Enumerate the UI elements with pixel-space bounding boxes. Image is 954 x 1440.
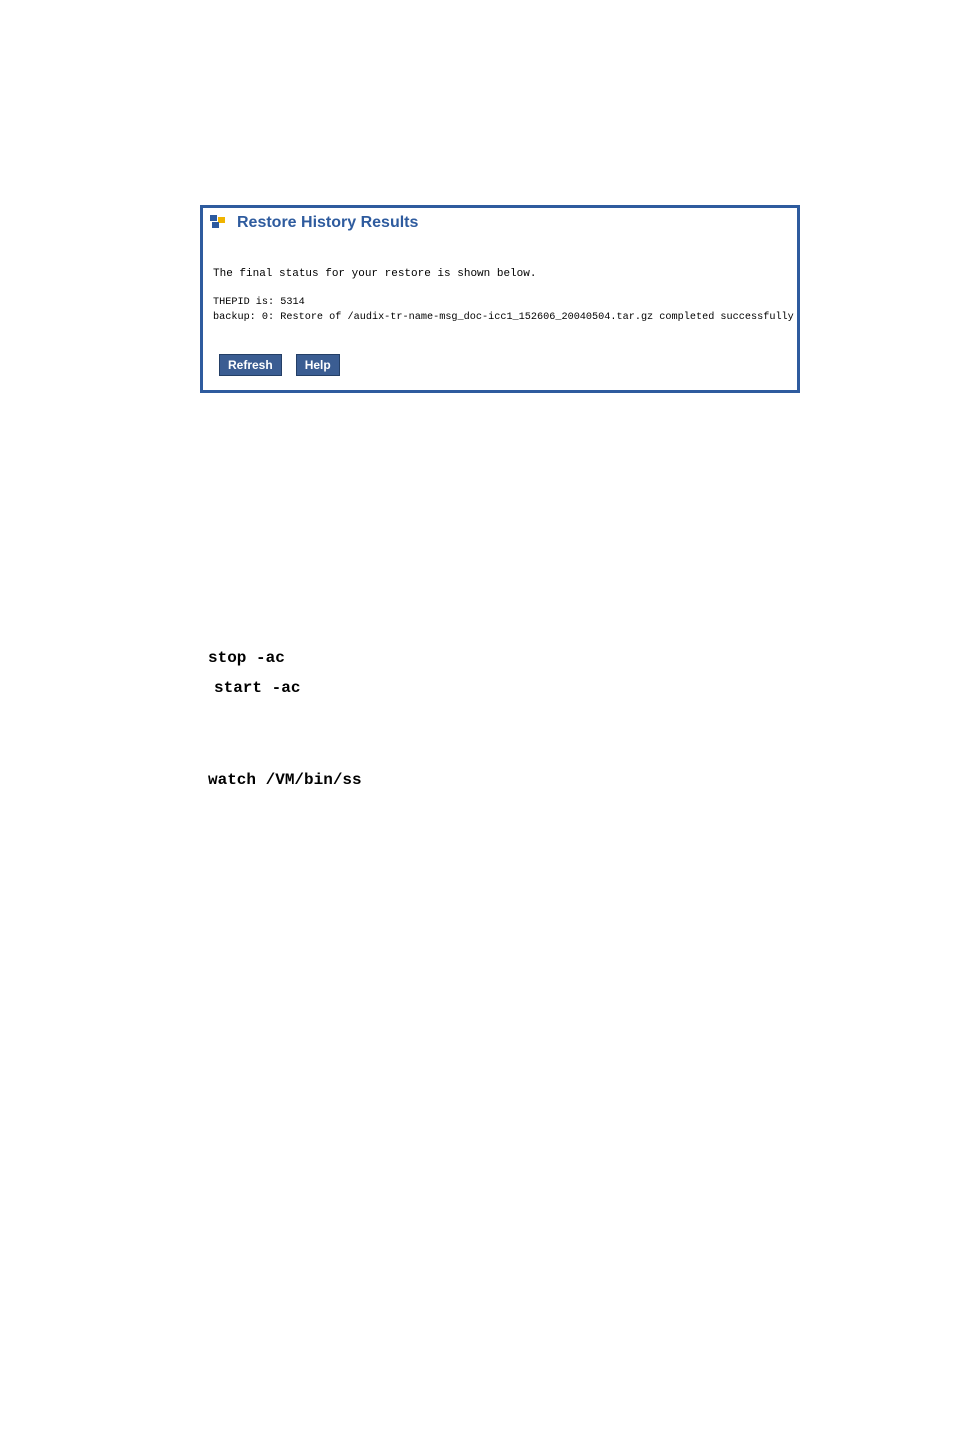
command-start: start -ac <box>208 673 864 703</box>
restore-log: THEPID is: 5314 backup: 0: Restore of /a… <box>213 296 787 326</box>
command-stop: stop -ac <box>208 643 864 673</box>
panel-title: Restore History Results <box>237 214 418 232</box>
command-list: stop -ac start -ac watch /VM/bin/ss <box>208 643 864 796</box>
restore-history-panel: Restore History Results The final status… <box>200 205 800 393</box>
button-row: Refresh Help <box>219 354 787 376</box>
log-line-result: backup: 0: Restore of /audix-tr-name-msg… <box>213 312 794 323</box>
flag-icon <box>209 214 227 232</box>
panel-header: Restore History Results <box>203 212 797 234</box>
help-button[interactable]: Help <box>296 354 340 376</box>
command-watch: watch /VM/bin/ss <box>208 765 864 795</box>
panel-description: The final status for your restore is sho… <box>213 268 787 280</box>
log-line-pid: THEPID is: 5314 <box>213 297 305 308</box>
refresh-button[interactable]: Refresh <box>219 354 282 376</box>
